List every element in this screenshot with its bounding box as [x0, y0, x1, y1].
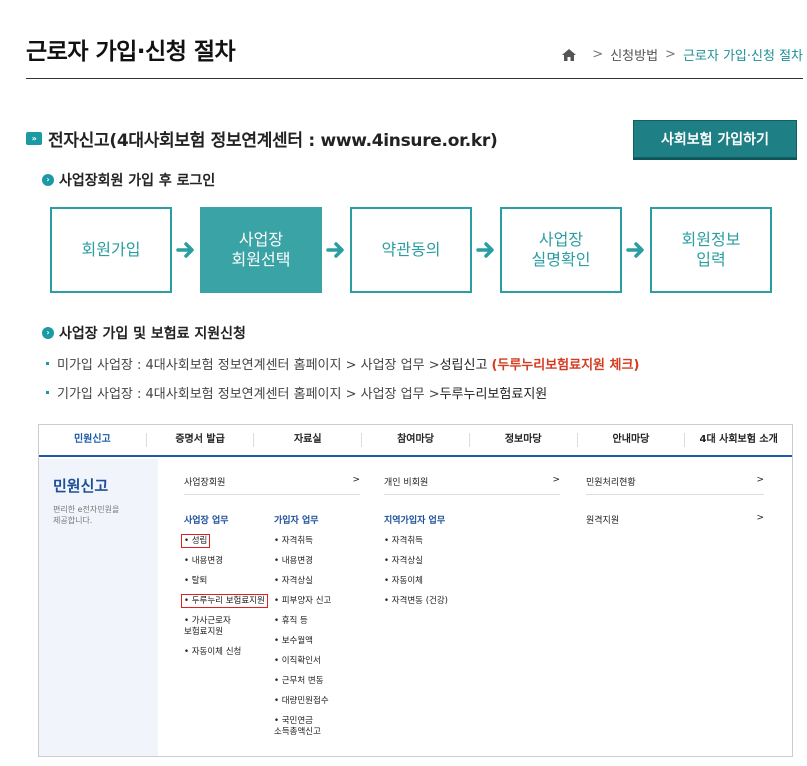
breadcrumb-item[interactable]: 신청방법: [610, 45, 658, 64]
portal-menu-item: • 자격상실: [384, 556, 423, 566]
highlighted-menu-item: • 두루누리 보험료지원: [181, 594, 268, 608]
portal-menu-row-label: 원격지원: [586, 516, 620, 526]
breadcrumb-current[interactable]: 근로자 가입·신청 절차: [683, 45, 803, 64]
section-title-text: 전자신고(4대사회보험 정보연계센터 : www.4insure.or.kr): [48, 131, 498, 151]
portal-menu-item: • 탈퇴: [184, 576, 208, 586]
list-item-strong: 성립신고: [439, 358, 488, 373]
arrow-right-icon: [172, 207, 200, 293]
chevron-right-icon: >: [352, 475, 360, 485]
portal-nav-item: 자료실: [254, 433, 363, 447]
portal-menu-item: • 대량민원접수: [274, 696, 329, 706]
portal-menu-row: 사업장회원 >: [184, 475, 360, 495]
portal-menu-item: • 내용변경: [274, 556, 313, 566]
portal-menu-item: • 이직확인서: [274, 656, 321, 666]
portal-column-regional: 지역가입자 업무 • 자격취득 • 자격상실 • 자동이체 • 자격변동 (건강…: [384, 513, 448, 616]
social-insurance-join-button[interactable]: 사회보험 가입하기: [633, 120, 797, 158]
portal-menu-item: • 근무처 변동: [274, 676, 324, 686]
portal-menu-item: • 자동이체: [384, 576, 423, 586]
list-item-strong: 두루누리보험료지원: [439, 387, 548, 402]
portal-column-subscriber: 가입자 업무 • 자격취득 • 내용변경 • 자격상실 • 피부양자 신고 • …: [274, 513, 331, 747]
highlighted-menu-item: • 성립: [181, 534, 211, 548]
portal-menu-item: • 휴직 등: [274, 616, 308, 626]
portal-menu-row: 개인 비회원 >: [384, 475, 560, 495]
list-item: 미가입 사업장 : 4대사회보험 정보연계센터 홈페이지 > 사업장 업무 > …: [46, 354, 639, 373]
portal-menu-row: 원격지원 >: [586, 513, 764, 532]
list-item: 기가입 사업장 : 4대사회보험 정보연계센터 홈페이지 > 사업장 업무 > …: [46, 383, 639, 402]
portal-menu-item: • 자격상실: [274, 576, 313, 586]
portal-menu-item: • 자격취득: [384, 536, 423, 546]
portal-nav-item: 민원신고: [39, 433, 147, 447]
chevron-right-icon: >: [552, 475, 560, 485]
portal-menu-item: • 두루누리 보험료지원: [181, 594, 268, 608]
portal-menu-item: • 국민연금 소득총액신고: [274, 716, 321, 737]
portal-column-title: 사업장 업무: [184, 516, 229, 526]
process-steps: 회원가입 사업장 회원선택 약관동의 사업장 실명확인 회원정보 입력: [50, 207, 772, 293]
portal-menu-item: • 자격취득: [274, 536, 313, 546]
breadcrumb-separator: >: [665, 47, 676, 62]
portal-menu-row-label: 민원처리현황: [586, 478, 636, 488]
arrow-right-icon: [322, 207, 350, 293]
arrow-right-icon: [622, 207, 650, 293]
page-title: 근로자 가입·신청 절차: [26, 39, 236, 65]
subsection-title-text: 사업장 가입 및 보험료 지원신청: [59, 326, 246, 342]
bullet-dot-icon: [46, 391, 49, 394]
portal-nav-item: 정보마당: [470, 433, 578, 447]
portal-menu-item: • 내용변경: [184, 556, 223, 566]
portal-menu-item: • 자동이체 신청: [184, 647, 242, 657]
portal-menu-screenshot: 민원신고 증명서 발급 자료실 참여마당 정보마당 안내마당 4대 사회보험 소…: [38, 424, 793, 757]
portal-side-desc: 편리한 e전자민원을 제공합니다.: [53, 505, 120, 525]
portal-side-title: 민원신고: [53, 477, 109, 495]
portal-nav-item: 4대 사회보험 소개: [699, 434, 778, 445]
section-title: » 전자신고(4대사회보험 정보연계센터 : www.4insure.or.kr…: [26, 126, 498, 151]
list-item-path: 기가입 사업장 : 4대사회보험 정보연계센터 홈페이지 > 사업장 업무 >: [57, 387, 440, 402]
step-signup: 회원가입: [50, 207, 172, 293]
chevron-circle-icon: ›: [42, 174, 54, 186]
portal-menu-item: • 피부양자 신고: [274, 596, 332, 606]
portal-nav-item: 증명서 발급: [147, 433, 255, 447]
arrow-right-icon: [472, 207, 500, 293]
bullet-dot-icon: [46, 362, 49, 365]
portal-menu-item: • 보수월액: [274, 636, 313, 646]
chevron-right-icon: >: [756, 475, 764, 485]
step-terms-agree: 약관동의: [350, 207, 472, 293]
portal-nav: 민원신고 증명서 발급 자료실 참여마당 정보마당 안내마당 4대 사회보험 소…: [39, 425, 792, 457]
portal-side-panel: 민원신고 편리한 e전자민원을 제공합니다.: [39, 459, 158, 756]
subsection-title-text: 사업장회원 가입 후 로그인: [59, 173, 216, 189]
subsection-title-login: › 사업장회원 가입 후 로그인: [42, 170, 215, 190]
chevron-right-icon: >: [756, 513, 764, 523]
chevron-circle-icon: ›: [42, 327, 54, 339]
portal-menu-row-label: 개인 비회원: [384, 478, 429, 488]
header-divider: [26, 78, 803, 79]
list-item-path: 미가입 사업장 : 4대사회보험 정보연계센터 홈페이지 > 사업장 업무 >: [57, 358, 440, 373]
portal-menu-body: 사업장회원 > 개인 비회원 > 민원처리현황 > 원격지원 > 사업장 업무 • 성립…: [158, 459, 792, 756]
step-member-info-input: 회원정보 입력: [650, 207, 772, 293]
portal-menu-item: • 성립: [181, 534, 268, 548]
step-business-verification: 사업장 실명확인: [500, 207, 622, 293]
portal-menu-item: • 자격변동 (건강): [384, 596, 448, 606]
portal-nav-item: 참여마당: [362, 433, 470, 447]
list-item-note: (두루누리보험료지원 체크): [491, 358, 640, 373]
instruction-list: 미가입 사업장 : 4대사회보험 정보연계센터 홈페이지 > 사업장 업무 > …: [46, 354, 639, 412]
portal-column-title: 가입자 업무: [274, 516, 319, 526]
subsection-title-apply: › 사업장 가입 및 보험료 지원신청: [42, 323, 246, 343]
step-business-member-select: 사업장 회원선택: [200, 207, 322, 293]
home-icon[interactable]: [561, 48, 577, 62]
portal-nav-item: 안내마당: [578, 433, 686, 447]
breadcrumb-separator: >: [592, 47, 604, 62]
portal-menu-row: 민원처리현황 >: [586, 475, 764, 495]
portal-menu-item: • 가사근로자 보험료지원: [184, 616, 231, 637]
portal-column-title: 지역가입자 업무: [384, 516, 446, 526]
portal-column-business: 사업장 업무 • 성립 • 내용변경 • 탈퇴 • 두루누리 보험료지원 • 가…: [181, 513, 268, 667]
breadcrumb: > 신청방법 > 근로자 가입·신청 절차: [561, 45, 803, 64]
portal-menu-row-label: 사업장회원: [184, 478, 226, 488]
section-bullet-icon: »: [26, 132, 42, 145]
